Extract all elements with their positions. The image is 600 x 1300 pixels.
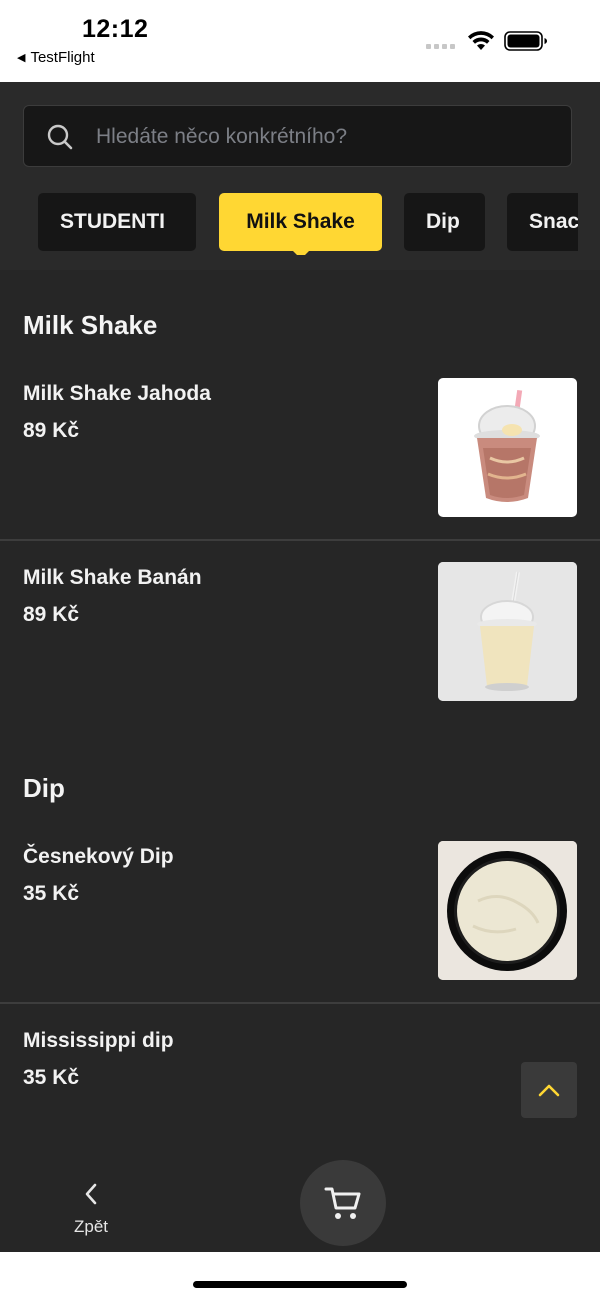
menu-screen: STUDENTI Milk Shake Dip Snack Milk Shake… xyxy=(0,82,600,1252)
category-tabs: STUDENTI Milk Shake Dip Snack xyxy=(38,193,578,255)
home-indicator[interactable] xyxy=(193,1281,407,1288)
back-to-testflight-link[interactable]: ◀ TestFlight xyxy=(17,49,95,66)
battery-icon xyxy=(504,31,547,51)
section-title-milk-shake: Milk Shake xyxy=(23,310,158,340)
item-name: Milk Shake Jahoda xyxy=(23,382,211,405)
cart-button[interactable] xyxy=(300,1160,386,1246)
back-triangle-icon: ◀ xyxy=(17,52,26,64)
bottom-bar: Zpět xyxy=(0,1160,600,1252)
chevron-left-icon xyxy=(85,1183,97,1205)
category-tab-studenti[interactable]: STUDENTI xyxy=(38,193,196,251)
status-bar: 12:12 ◀ TestFlight xyxy=(0,0,600,82)
divider xyxy=(0,1002,600,1004)
menu-item[interactable]: Česnekový Dip 35 Kč xyxy=(0,823,600,1003)
wifi-icon xyxy=(468,31,494,50)
search-icon xyxy=(47,124,73,150)
item-name: Česnekový Dip xyxy=(23,845,174,868)
category-tab-milk-shake[interactable]: Milk Shake xyxy=(219,193,382,255)
back-button[interactable]: Zpět xyxy=(60,1182,122,1242)
garlic-dip-image xyxy=(438,841,577,980)
item-price: 35 Kč xyxy=(23,1066,80,1089)
category-tab-dip[interactable]: Dip xyxy=(404,193,485,251)
status-time: 12:12 xyxy=(82,15,149,43)
item-price: 89 Kč xyxy=(23,603,80,626)
search-input[interactable] xyxy=(96,118,556,156)
back-app-label: TestFlight xyxy=(30,49,95,66)
strawberry-milkshake-image xyxy=(438,378,577,517)
chevron-up-icon xyxy=(538,1084,560,1097)
banana-milkshake-image xyxy=(438,562,577,701)
back-button-label: Zpět xyxy=(73,1217,109,1236)
cellular-signal-icon xyxy=(426,44,455,49)
scroll-to-top-button[interactable] xyxy=(521,1062,577,1118)
item-price: 89 Kč xyxy=(23,419,80,442)
divider xyxy=(0,539,600,541)
section-title-dip: Dip xyxy=(23,773,65,803)
item-name: Mississippi dip xyxy=(23,1029,174,1052)
menu-item[interactable]: Milk Shake Jahoda 89 Kč xyxy=(0,360,600,540)
item-name: Milk Shake Banán xyxy=(23,566,202,589)
search-box[interactable] xyxy=(23,105,572,167)
cart-icon xyxy=(324,1187,361,1219)
menu-item[interactable]: Milk Shake Banán 89 Kč xyxy=(0,544,600,724)
item-price: 35 Kč xyxy=(23,882,80,905)
category-tab-snack[interactable]: Snack xyxy=(507,193,578,251)
home-indicator-area xyxy=(0,1252,600,1300)
